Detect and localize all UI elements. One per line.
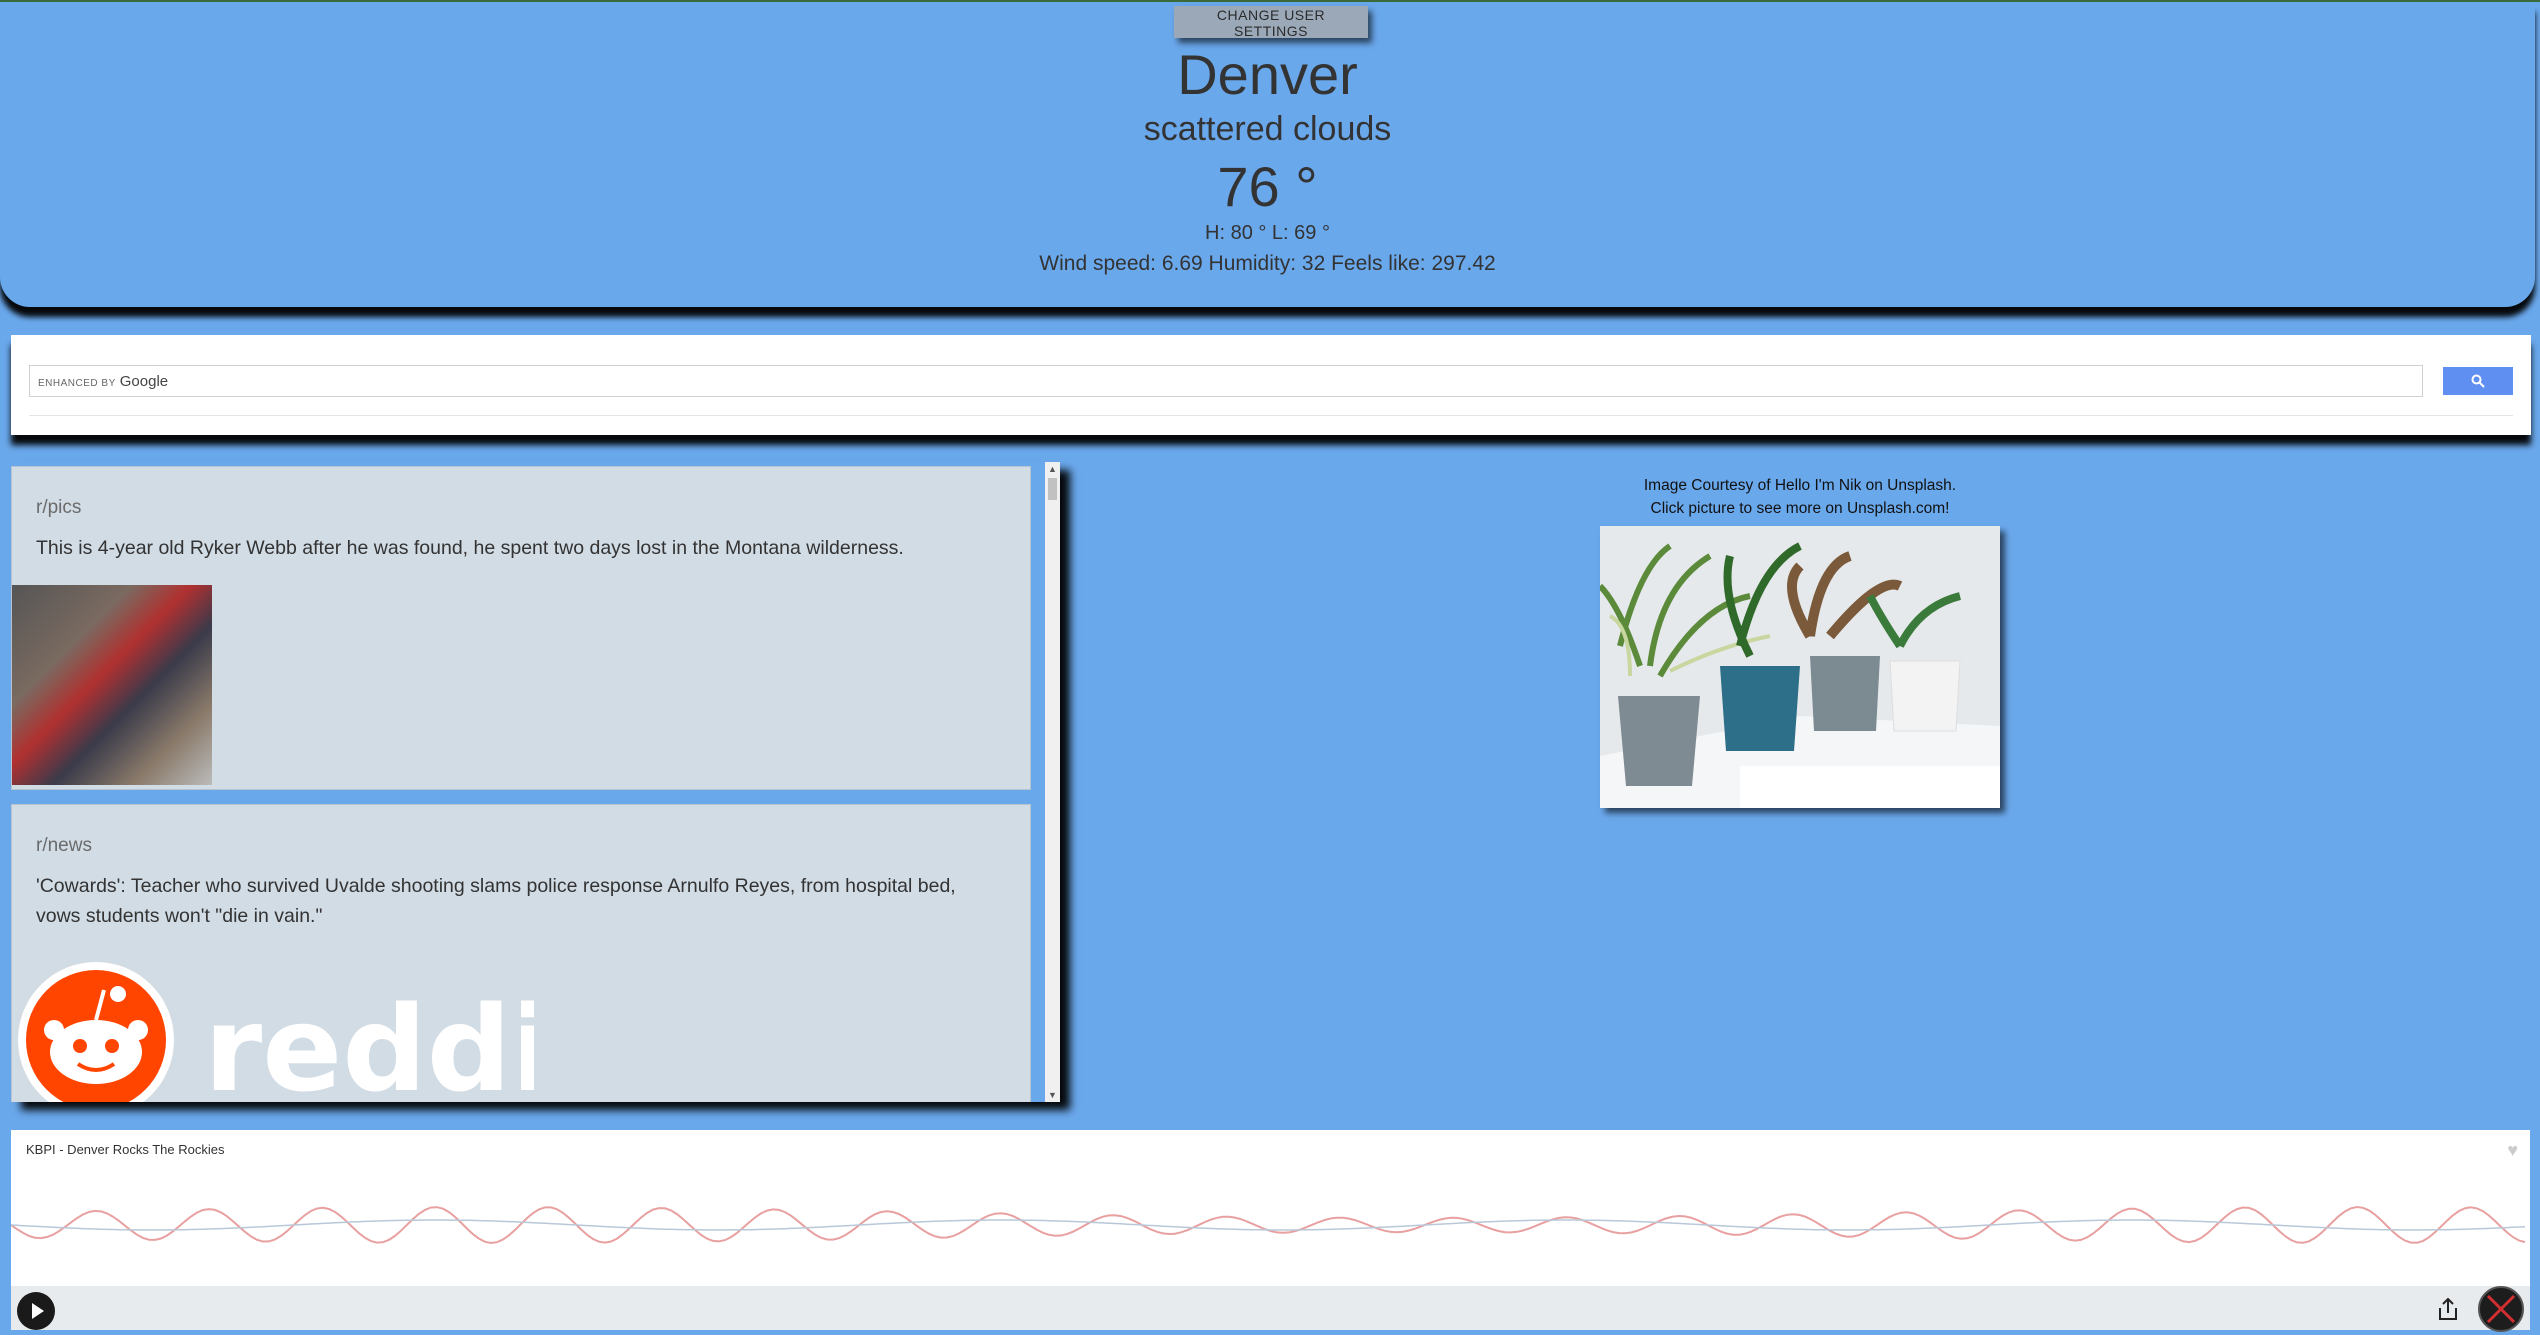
caption-line-2: Click picture to see more on Unsplash.co… [1650,500,1950,517]
audio-waveform [11,1205,2526,1245]
divider [29,415,2513,416]
enhanced-by-label: ENHANCED BY [38,378,116,389]
plants-picture [1600,526,2000,808]
image-caption: Image Courtesy of Hello I'm Nik on Unspl… [1560,474,2040,520]
search-input[interactable]: ENHANCED BY Google [29,365,2423,397]
reddit-wordmark: reddit [204,980,534,1102]
feed-post[interactable]: r/news 'Cowards': Teacher who survived U… [11,804,1031,1102]
unsplash-image[interactable] [1600,526,2000,808]
search-icon [2471,374,2485,388]
google-branding: ENHANCED BY Google [38,373,168,390]
share-icon[interactable] [2436,1296,2460,1322]
city-name: Denver [1177,43,1358,106]
search-panel: ENHANCED BY Google [11,335,2531,435]
station-name: KBPI - Denver Rocks The Rockies [26,1142,225,1157]
weather-panel: Denver scattered clouds 76 ° H: 80 ° L: … [0,2,2535,307]
subreddit-label[interactable]: r/news [36,835,92,857]
post-title[interactable]: 'Cowards': Teacher who survived Uvalde s… [36,871,996,931]
google-label: Google [119,373,169,390]
station-badge-icon[interactable] [2478,1286,2524,1332]
feed-post[interactable]: r/pics This is 4-year old Ryker Webb aft… [11,466,1031,790]
temperature: 76 ° [1217,155,1318,218]
scroll-thumb[interactable] [1048,478,1057,500]
iheart-icon[interactable]: ♥ [2507,1140,2518,1161]
reddit-logo[interactable]: reddit [14,960,534,1102]
feed-scrollbar[interactable]: ▲ ▼ [1045,462,1060,1102]
subreddit-label[interactable]: r/pics [36,497,81,519]
scroll-down-icon[interactable]: ▼ [1045,1088,1060,1102]
badge-x-icon [2486,1294,2516,1324]
caption-line-1: Image Courtesy of Hello I'm Nik on Unspl… [1643,477,1957,494]
post-title[interactable]: This is 4-year old Ryker Webb after he w… [36,533,996,563]
reddit-feed[interactable]: r/pics This is 4-year old Ryker Webb aft… [11,462,1060,1102]
post-thumbnail[interactable] [12,585,212,785]
high-low: H: 80 ° L: 69 ° [1205,222,1330,244]
weather-description: scattered clouds [1143,110,1392,148]
radio-player: KBPI - Denver Rocks The Rockies ♥ [11,1130,2530,1332]
player-controls [11,1286,2530,1332]
weather-details: Wind speed: 6.69 Humidity: 32 Feels like… [1039,252,1496,275]
play-button[interactable] [17,1292,55,1330]
search-button[interactable] [2443,367,2513,395]
scroll-up-icon[interactable]: ▲ [1045,462,1060,476]
change-user-settings-button[interactable]: CHANGE USER SETTINGS [1174,6,1368,39]
